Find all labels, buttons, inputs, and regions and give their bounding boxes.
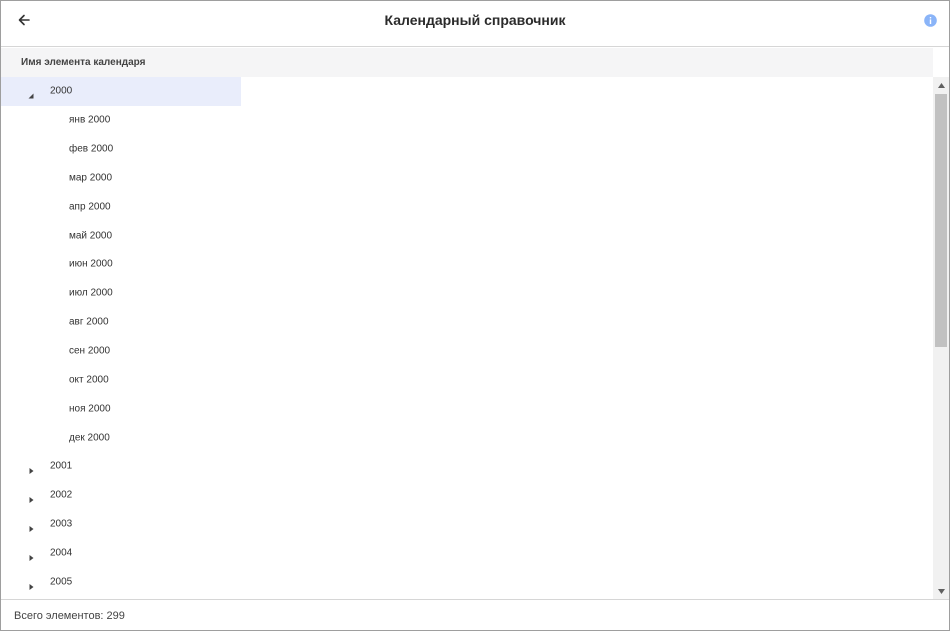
tree-node-month[interactable]: янв 2000 [1, 106, 933, 135]
tree-node-month[interactable]: сен 2000 [1, 337, 933, 366]
collapsed-triangle-icon[interactable] [27, 578, 35, 590]
tree-node-label: 2003 [50, 518, 73, 530]
tree-node-label: 2004 [50, 547, 73, 559]
scroll-down-arrow-icon [937, 588, 945, 594]
scroll-thumb[interactable] [935, 94, 947, 347]
tree-node-month[interactable]: окт 2000 [1, 365, 933, 394]
tree-node-month[interactable]: фев 2000 [1, 135, 933, 164]
scroll-up-arrow-icon [937, 82, 945, 88]
tree-node-label: мар 2000 [69, 172, 113, 184]
vertical-scrollbar[interactable] [933, 77, 949, 599]
column-header[interactable]: Имя элемента календаря [1, 48, 933, 77]
tree-node-month[interactable]: авг 2000 [1, 308, 933, 337]
tree-node-month[interactable]: ноя 2000 [1, 394, 933, 423]
page-title: Календарный справочник [384, 12, 566, 28]
tree-node-label: 2005 [50, 576, 73, 588]
tree-node-label: дек 2000 [69, 432, 110, 444]
tree-node-label: сен 2000 [69, 345, 111, 357]
tree-node-label: ноя 2000 [69, 403, 111, 415]
collapsed-triangle-icon[interactable] [27, 520, 35, 533]
tree-node-label: янв 2000 [69, 114, 111, 126]
tree-node-label: 2002 [50, 489, 73, 501]
collapsed-triangle-icon[interactable] [27, 549, 35, 561]
tree-node-year[interactable]: 2003 [1, 510, 933, 539]
tree-node-label: 2001 [50, 460, 73, 472]
tree-node-month[interactable]: дек 2000 [1, 423, 933, 452]
total-count: Всего элементов: 299 [14, 610, 125, 622]
info-button[interactable] [924, 14, 937, 27]
tree-node-month[interactable]: апр 2000 [1, 192, 933, 221]
header-bar: Календарный справочник [1, 1, 949, 47]
tree-node-label: 2000 [50, 85, 73, 97]
calendar-tree: 2000 янв 2000 фев 2000 мар 2000 апр 2000 май … [1, 77, 933, 599]
selection-highlight [1, 77, 241, 106]
tree-node-label: авг 2000 [69, 316, 109, 328]
tree-node-year[interactable]: 2004 [1, 539, 933, 568]
tree-node-year[interactable]: 2000 [1, 77, 933, 106]
tree-node-label: май 2000 [69, 230, 113, 242]
tree-node-year[interactable]: 2002 [1, 481, 933, 510]
tree-node-label: апр 2000 [69, 201, 111, 213]
scroll-up-button[interactable] [933, 77, 949, 93]
tree-node-year[interactable]: 2001 [1, 452, 933, 481]
info-circle-icon [924, 14, 937, 27]
collapsed-triangle-icon[interactable] [27, 462, 35, 475]
tree-node-month[interactable]: июл 2000 [1, 279, 933, 308]
tree-node-label: фев 2000 [69, 143, 114, 155]
footer-bar: Всего элементов: 299 [1, 599, 949, 630]
tree-node-label: июн 2000 [69, 258, 113, 270]
tree-node-year[interactable]: 2005 [1, 567, 933, 596]
column-header-label: Имя элемента календаря [21, 57, 146, 68]
calendar-dialog: Календарный справочник Имя элемента кале… [0, 0, 950, 631]
tree-node-label: окт 2000 [69, 374, 109, 386]
tree-node-month[interactable]: мар 2000 [1, 164, 933, 193]
expanded-triangle-icon[interactable] [27, 87, 35, 99]
tree-node-month[interactable]: май 2000 [1, 221, 933, 250]
collapsed-triangle-icon[interactable] [27, 491, 35, 504]
scroll-down-button[interactable] [933, 583, 949, 599]
tree-node-label: июл 2000 [69, 287, 113, 299]
tree-node-month[interactable]: июн 2000 [1, 250, 933, 279]
